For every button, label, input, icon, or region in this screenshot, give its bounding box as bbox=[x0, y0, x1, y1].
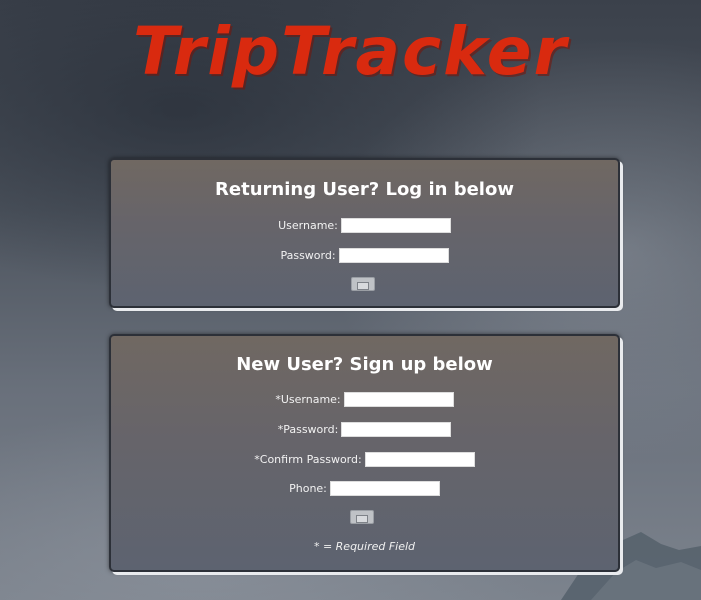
signup-phone-input[interactable] bbox=[329, 481, 440, 496]
required-field-note: * = Required Field bbox=[313, 540, 416, 553]
signup-password-input[interactable] bbox=[341, 422, 452, 437]
signup-confirm-password-row: *Confirm Password: bbox=[111, 452, 618, 467]
signup-password-label: *Password: bbox=[277, 423, 339, 436]
signup-form: New User? Sign up below *Username: *Pass… bbox=[109, 334, 620, 572]
signup-title: New User? Sign up below bbox=[236, 354, 493, 375]
login-password-input[interactable] bbox=[338, 248, 449, 263]
signup-phone-label: Phone: bbox=[289, 482, 327, 495]
signup-confirm-password-label: *Confirm Password: bbox=[254, 453, 362, 466]
signup-username-row: *Username: bbox=[111, 392, 618, 407]
signup-username-input[interactable] bbox=[343, 392, 454, 407]
signup-username-label: *Username: bbox=[275, 393, 341, 406]
submit-icon bbox=[357, 281, 369, 290]
login-password-label: Password: bbox=[280, 249, 336, 262]
login-title: Returning User? Log in below bbox=[215, 179, 514, 200]
login-username-row: Username: bbox=[111, 218, 618, 233]
app-logo: TripTracker bbox=[132, 13, 568, 90]
login-form: Returning User? Log in below Username: P… bbox=[109, 158, 620, 308]
signup-submit-button[interactable] bbox=[350, 510, 374, 524]
login-username-input[interactable] bbox=[340, 218, 451, 233]
signup-phone-row: Phone: bbox=[111, 481, 618, 496]
submit-icon bbox=[356, 514, 368, 523]
login-password-row: Password: bbox=[111, 248, 618, 263]
login-username-label: Username: bbox=[278, 219, 338, 232]
login-submit-button[interactable] bbox=[351, 277, 375, 291]
signup-confirm-password-input[interactable] bbox=[364, 452, 475, 467]
signup-password-row: *Password: bbox=[111, 422, 618, 437]
